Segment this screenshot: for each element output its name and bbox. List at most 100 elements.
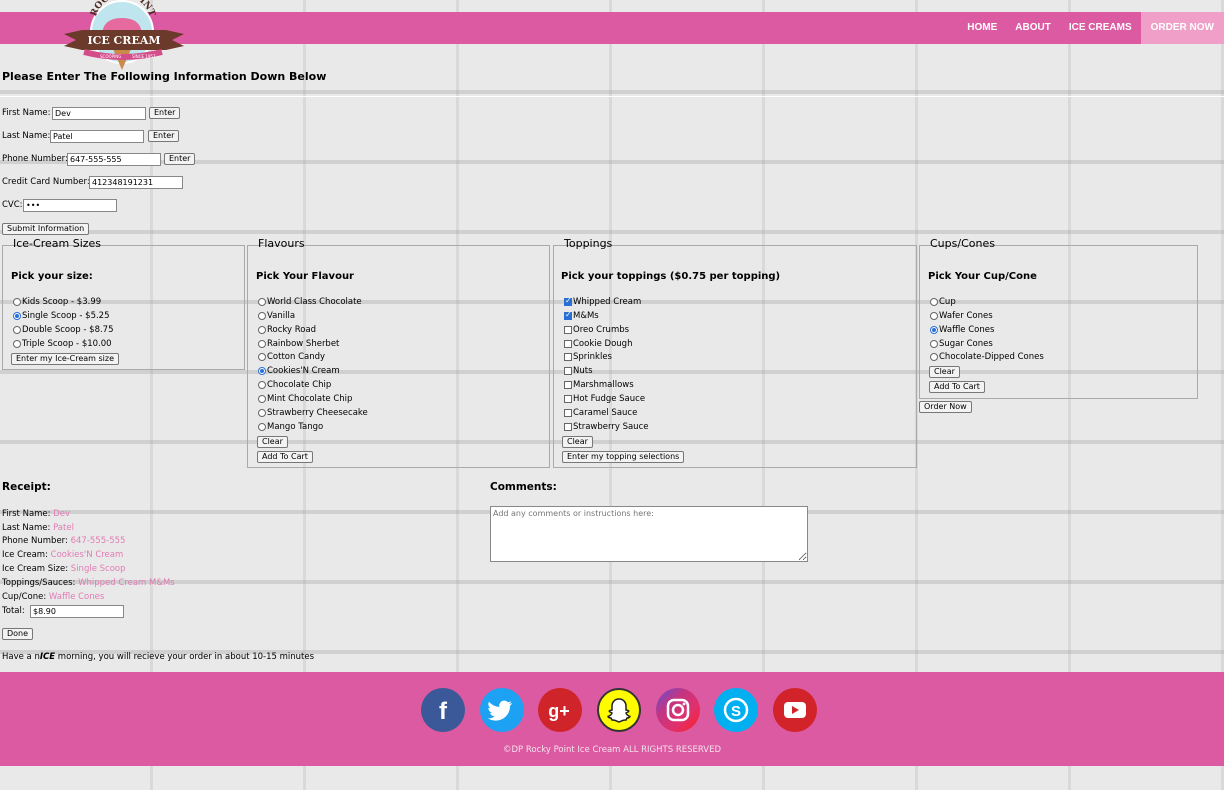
topping-option[interactable]: Oreo Crumbs	[564, 325, 629, 335]
topping-option[interactable]: M&Ms	[564, 310, 599, 321]
youtube-icon[interactable]	[773, 688, 817, 732]
checkbox-checked-icon[interactable]	[564, 310, 572, 320]
done-button[interactable]: Done	[2, 628, 34, 640]
radio-icon[interactable]	[258, 326, 266, 334]
facebook-icon[interactable]: f	[421, 688, 465, 732]
svg-text:SINCE 1957: SINCE 1957	[132, 54, 156, 59]
radio-icon[interactable]	[258, 423, 266, 431]
cup-option-selected[interactable]: Waffle Cones	[930, 325, 994, 335]
nav-home[interactable]: HOME	[958, 12, 1006, 44]
radio-icon[interactable]	[258, 298, 266, 306]
first-name-label: First Name:	[2, 108, 51, 118]
radio-icon[interactable]	[258, 381, 266, 389]
checkbox-icon[interactable]	[564, 353, 572, 361]
skype-icon[interactable]: S	[714, 688, 758, 732]
order-now-button[interactable]: Order Now	[919, 401, 972, 413]
topping-option[interactable]: Hot Fudge Sauce	[564, 394, 645, 404]
checkbox-icon[interactable]	[564, 326, 572, 334]
checkbox-icon[interactable]	[564, 340, 572, 348]
radio-icon[interactable]	[13, 298, 21, 306]
nav-order-now[interactable]: ORDER NOW	[1140, 12, 1224, 44]
flavour-option[interactable]: Mint Chocolate Chip	[258, 394, 352, 404]
cups-add-to-cart-button[interactable]: Add To Cart	[929, 381, 985, 393]
instagram-icon[interactable]	[656, 688, 700, 732]
topping-option[interactable]: Sprinkles	[564, 352, 612, 362]
checkbox-checked-icon[interactable]	[564, 296, 572, 306]
enter-size-button[interactable]: Enter my Ice-Cream size	[11, 353, 120, 365]
flavours-add-to-cart-button[interactable]: Add To Cart	[257, 451, 313, 463]
radio-icon[interactable]	[258, 312, 266, 320]
checkbox-icon[interactable]	[564, 423, 572, 431]
receipt-size: Ice Cream Size: Single Scoop	[2, 564, 126, 574]
flavour-option[interactable]: Rocky Road	[258, 325, 316, 335]
topping-option[interactable]: Marshmallows	[564, 380, 634, 390]
radio-icon[interactable]	[258, 353, 266, 361]
phone-input[interactable]	[67, 153, 161, 166]
first-name-enter-button[interactable]: Enter	[149, 107, 181, 119]
cup-option[interactable]: Wafer Cones	[930, 311, 993, 321]
size-option-kids[interactable]: Kids Scoop - $3.99	[13, 297, 101, 307]
twitter-icon[interactable]	[480, 688, 524, 732]
first-name-input[interactable]	[52, 107, 146, 120]
cup-option[interactable]: Cup	[930, 297, 956, 307]
flavour-option[interactable]: Vanilla	[258, 311, 295, 321]
nav-about[interactable]: ABOUT	[1006, 12, 1060, 44]
checkbox-icon[interactable]	[564, 381, 572, 389]
snapchat-icon[interactable]	[597, 688, 641, 732]
cups-clear-button[interactable]: Clear	[929, 366, 960, 378]
enter-toppings-button[interactable]: Enter my topping selections	[562, 451, 685, 463]
cups-heading: Pick Your Cup/Cone	[928, 271, 1037, 282]
flavour-option[interactable]: Cotton Candy	[258, 352, 325, 362]
radio-icon[interactable]	[930, 312, 938, 320]
last-name-input[interactable]	[50, 130, 144, 143]
flavour-option[interactable]: Rainbow Sherbet	[258, 339, 339, 349]
size-option-double[interactable]: Double Scoop - $8.75	[13, 325, 114, 335]
radio-icon[interactable]	[930, 340, 938, 348]
topping-option[interactable]: Strawberry Sauce	[564, 422, 648, 432]
svg-text:ICE CREAM: ICE CREAM	[87, 34, 160, 47]
radio-icon[interactable]	[258, 395, 266, 403]
rocky-point-logo[interactable]: ICE CREAM ROCKY POINT SCOOPING SINCE 195…	[62, 0, 186, 75]
radio-selected-icon[interactable]	[13, 312, 21, 320]
radio-selected-icon[interactable]	[930, 326, 938, 334]
topping-option[interactable]: Nuts	[564, 366, 593, 376]
cvc-input[interactable]	[23, 199, 117, 212]
checkbox-icon[interactable]	[564, 409, 572, 417]
nav-ice-creams[interactable]: ICE CREAMS	[1060, 12, 1141, 44]
radio-selected-icon[interactable]	[258, 367, 266, 375]
toppings-clear-button[interactable]: Clear	[562, 436, 593, 448]
radio-icon[interactable]	[13, 340, 21, 348]
radio-icon[interactable]	[930, 298, 938, 306]
radio-icon[interactable]	[930, 353, 938, 361]
flavour-option[interactable]: World Class Chocolate	[258, 297, 362, 307]
comments-textarea[interactable]	[490, 506, 808, 562]
flavours-clear-button[interactable]: Clear	[257, 436, 288, 448]
checkbox-icon[interactable]	[564, 395, 572, 403]
topping-option[interactable]: Cookie Dough	[564, 339, 632, 349]
receipt-message: Have a nICE morning, you will recieve yo…	[2, 652, 315, 662]
topping-option[interactable]: Caramel Sauce	[564, 408, 637, 418]
flavour-option[interactable]: Chocolate Chip	[258, 380, 331, 390]
flavour-option[interactable]: Mango Tango	[258, 422, 323, 432]
phone-enter-button[interactable]: Enter	[164, 153, 196, 165]
radio-icon[interactable]	[258, 409, 266, 417]
cup-option[interactable]: Chocolate-Dipped Cones	[930, 352, 1044, 362]
topping-option[interactable]: Whipped Cream	[564, 296, 641, 307]
checkbox-icon[interactable]	[564, 367, 572, 375]
size-option-triple[interactable]: Triple Scoop - $10.00	[13, 339, 112, 349]
last-name-enter-button[interactable]: Enter	[148, 130, 180, 142]
submit-information-button[interactable]: Submit Information	[2, 223, 90, 235]
receipt-phone: Phone Number: 647-555-555	[2, 536, 126, 546]
radio-icon[interactable]	[13, 326, 21, 334]
radio-icon[interactable]	[258, 340, 266, 348]
toppings-fieldset: Toppings Pick your toppings ($0.75 per t…	[553, 237, 917, 468]
flavour-option-selected[interactable]: Cookies'N Cream	[258, 366, 340, 376]
footer: f g+ S ©DP Rocky Point Ice Cream ALL RIG…	[0, 672, 1224, 766]
receipt-total-input[interactable]	[30, 605, 124, 618]
cup-option[interactable]: Sugar Cones	[930, 339, 993, 349]
size-option-single[interactable]: Single Scoop - $5.25	[13, 311, 110, 321]
flavour-option[interactable]: Strawberry Cheesecake	[258, 408, 368, 418]
credit-card-input[interactable]	[89, 176, 183, 189]
receipt-total-label: Total:	[2, 606, 25, 616]
google-plus-icon[interactable]: g+	[538, 688, 582, 732]
